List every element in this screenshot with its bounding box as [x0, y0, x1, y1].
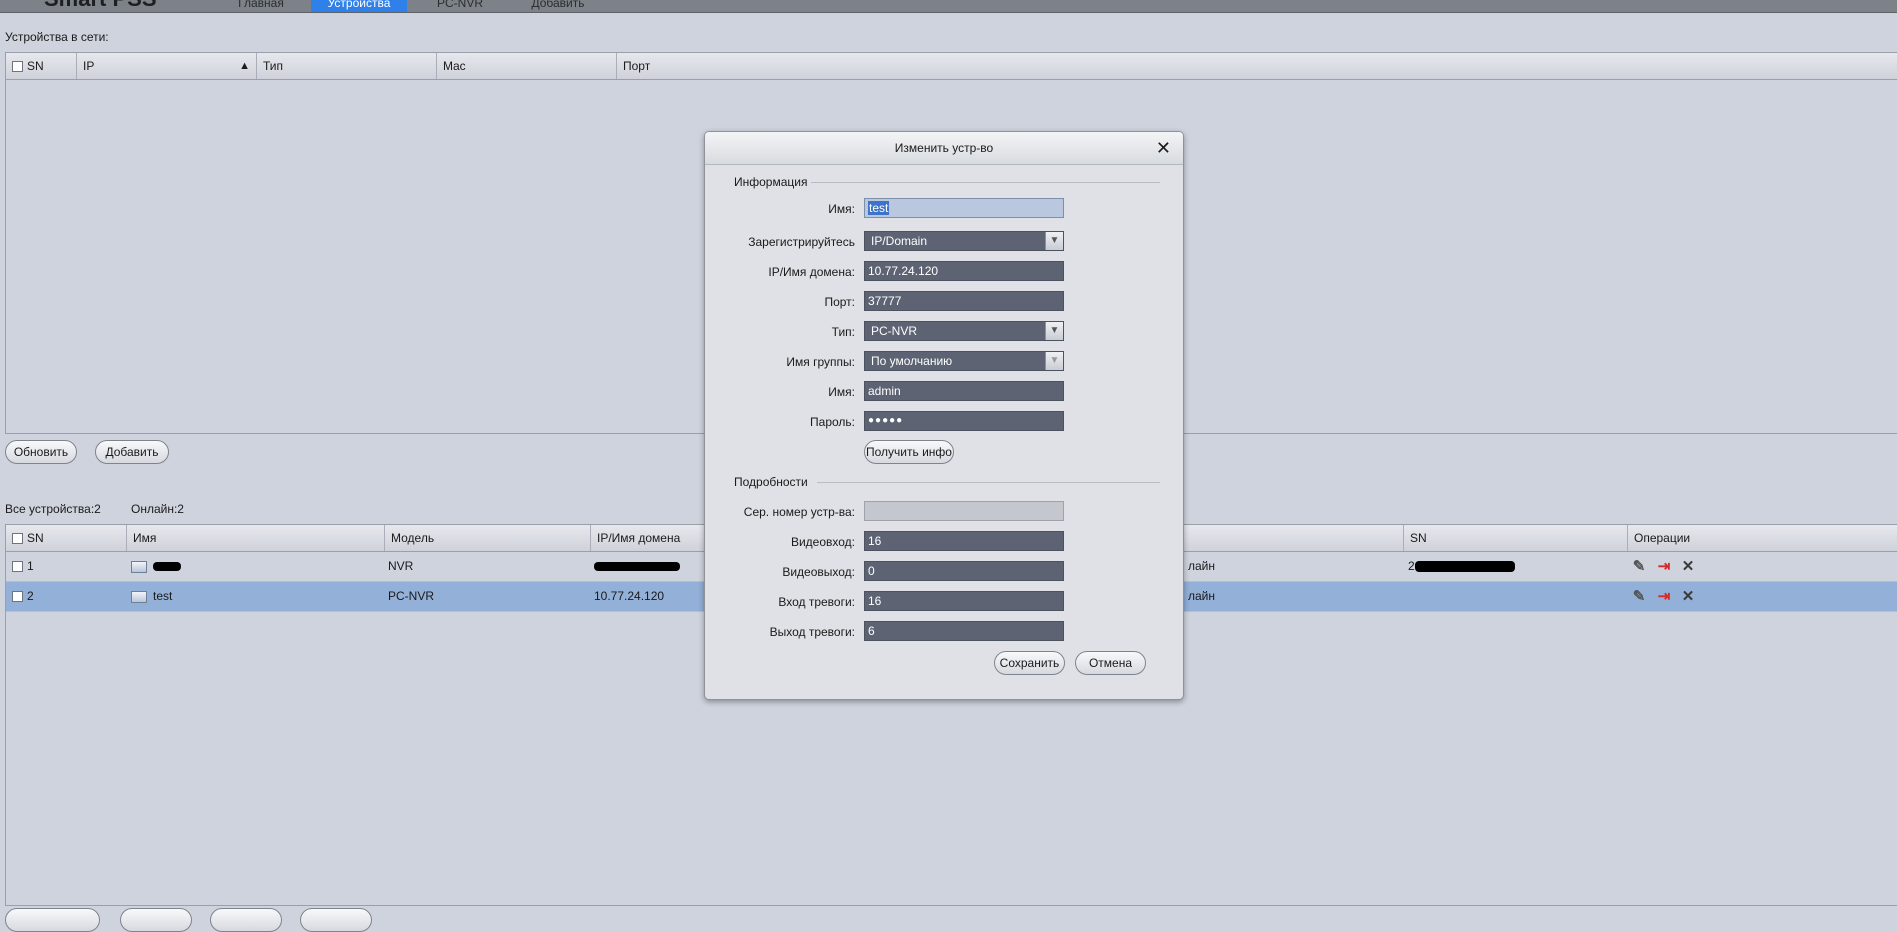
- video-out-label: Видеовыход:: [782, 565, 855, 579]
- divider: [811, 182, 1160, 183]
- user-label: Имя:: [828, 385, 855, 399]
- add-button[interactable]: Добавить: [95, 440, 169, 464]
- col-ip[interactable]: IP ▲: [77, 53, 257, 79]
- tab-home[interactable]: Главная: [226, 0, 296, 12]
- row-ip: [594, 552, 680, 581]
- refresh-button[interactable]: Обновить: [5, 440, 77, 464]
- export-icon[interactable]: ⇥: [1656, 589, 1672, 605]
- col-model[interactable]: Модель: [385, 525, 591, 551]
- edit-device-dialog: Изменить устр-во ✕ Информация Имя: test …: [704, 131, 1184, 700]
- bottom-button[interactable]: [210, 908, 282, 932]
- tab-pc-nvr[interactable]: PC-NVR: [422, 0, 498, 12]
- top-bar: Smart PSS Главная Устройства PC-NVR Доба…: [0, 0, 1897, 13]
- row-status: лайн: [1188, 559, 1216, 573]
- get-info-button[interactable]: Получить инфо: [864, 440, 954, 464]
- row-name: [131, 552, 181, 581]
- delete-icon[interactable]: ✕: [1680, 559, 1696, 575]
- video-in-input[interactable]: 16: [864, 531, 1064, 551]
- row-serial: 2: [1408, 552, 1515, 581]
- online-devices-header: SN IP ▲ Тип Mac Порт: [6, 53, 1897, 80]
- row-status: лайн: [1188, 589, 1216, 603]
- ip-label: IP/Имя домена:: [768, 265, 855, 279]
- sort-asc-icon: ▲: [239, 60, 250, 72]
- password-input[interactable]: ●●●●●: [864, 411, 1064, 431]
- col-name[interactable]: Имя: [127, 525, 385, 551]
- col-serial[interactable]: SN: [1404, 525, 1628, 551]
- tab-add[interactable]: Добавить: [518, 0, 598, 12]
- divider: [817, 482, 1160, 483]
- dialog-title: Изменить устр-во: [705, 132, 1183, 165]
- video-in-label: Видеовход:: [790, 535, 855, 549]
- serial-label: Сер. номер устр-ва:: [743, 505, 855, 519]
- alarm-out-input[interactable]: 6: [864, 621, 1064, 641]
- row-sn: 1: [12, 552, 34, 581]
- chevron-down-icon[interactable]: ▼: [1045, 322, 1063, 340]
- ip-input[interactable]: 10.77.24.120: [864, 261, 1064, 281]
- select-all-checkbox[interactable]: [12, 61, 23, 73]
- bottom-button[interactable]: [5, 908, 100, 932]
- row-model: PC-NVR: [388, 589, 435, 603]
- redacted-name: [153, 562, 181, 572]
- device-icon: [131, 590, 147, 603]
- register-select[interactable]: IP/Domain ▼: [864, 231, 1064, 251]
- group-select[interactable]: По умолчанию ▼: [864, 351, 1064, 371]
- video-out-input[interactable]: 0: [864, 561, 1064, 581]
- row-name: test: [131, 582, 172, 611]
- type-select[interactable]: PC-NVR ▼: [864, 321, 1064, 341]
- register-label: Зарегистрируйтесь: [748, 235, 855, 249]
- select-all-checkbox[interactable]: [12, 533, 23, 545]
- cancel-button[interactable]: Отмена: [1075, 651, 1146, 675]
- device-icon: [131, 560, 147, 573]
- col-sn[interactable]: SN: [6, 525, 127, 551]
- password-label: Пароль:: [810, 415, 855, 429]
- row-checkbox[interactable]: [12, 591, 23, 603]
- bottom-button[interactable]: [120, 908, 192, 932]
- info-group-label: Информация: [734, 175, 808, 189]
- export-icon[interactable]: ⇥: [1656, 559, 1672, 575]
- all-devices-count: Все устройства:2: [5, 502, 101, 516]
- type-label: Тип:: [831, 325, 855, 339]
- col-port[interactable]: Порт: [617, 53, 1897, 79]
- app-title: Smart PSS: [44, 0, 157, 12]
- name-input[interactable]: test: [864, 198, 1064, 218]
- alarm-in-input[interactable]: 16: [864, 591, 1064, 611]
- bottom-button[interactable]: [300, 908, 372, 932]
- redacted-serial: [1414, 561, 1515, 573]
- redacted-ip: [594, 562, 680, 572]
- save-button[interactable]: Сохранить: [994, 651, 1065, 675]
- chevron-down-icon[interactable]: ▼: [1045, 232, 1063, 250]
- col-mac[interactable]: Mac: [437, 53, 617, 79]
- online-count: Онлайн:2: [131, 502, 184, 516]
- port-label: Порт:: [824, 295, 855, 309]
- pencil-icon[interactable]: ✎: [1631, 589, 1647, 605]
- col-type[interactable]: Тип: [257, 53, 437, 79]
- serial-input: [864, 501, 1064, 521]
- online-devices-label: Устройства в сети:: [5, 30, 109, 44]
- row-checkbox[interactable]: [12, 561, 23, 573]
- alarm-out-label: Выход тревоги:: [769, 625, 855, 639]
- row-ip: 10.77.24.120: [594, 589, 665, 603]
- delete-icon[interactable]: ✕: [1680, 589, 1696, 605]
- username-input[interactable]: admin: [864, 381, 1064, 401]
- alarm-in-label: Вход тревоги:: [778, 595, 855, 609]
- details-group-label: Подробности: [734, 475, 808, 489]
- close-icon[interactable]: ✕: [1156, 132, 1171, 164]
- chevron-down-icon[interactable]: ▼: [1045, 352, 1063, 370]
- row-model: NVR: [388, 559, 414, 573]
- col-sn[interactable]: SN: [6, 53, 77, 79]
- col-operations: Операции: [1634, 531, 1691, 545]
- pencil-icon[interactable]: ✎: [1631, 559, 1647, 575]
- name-label: Имя:: [828, 202, 855, 216]
- row-sn: 2: [12, 582, 34, 611]
- port-input[interactable]: 37777: [864, 291, 1064, 311]
- tab-devices[interactable]: Устройства: [311, 0, 407, 12]
- group-label: Имя группы:: [786, 355, 855, 369]
